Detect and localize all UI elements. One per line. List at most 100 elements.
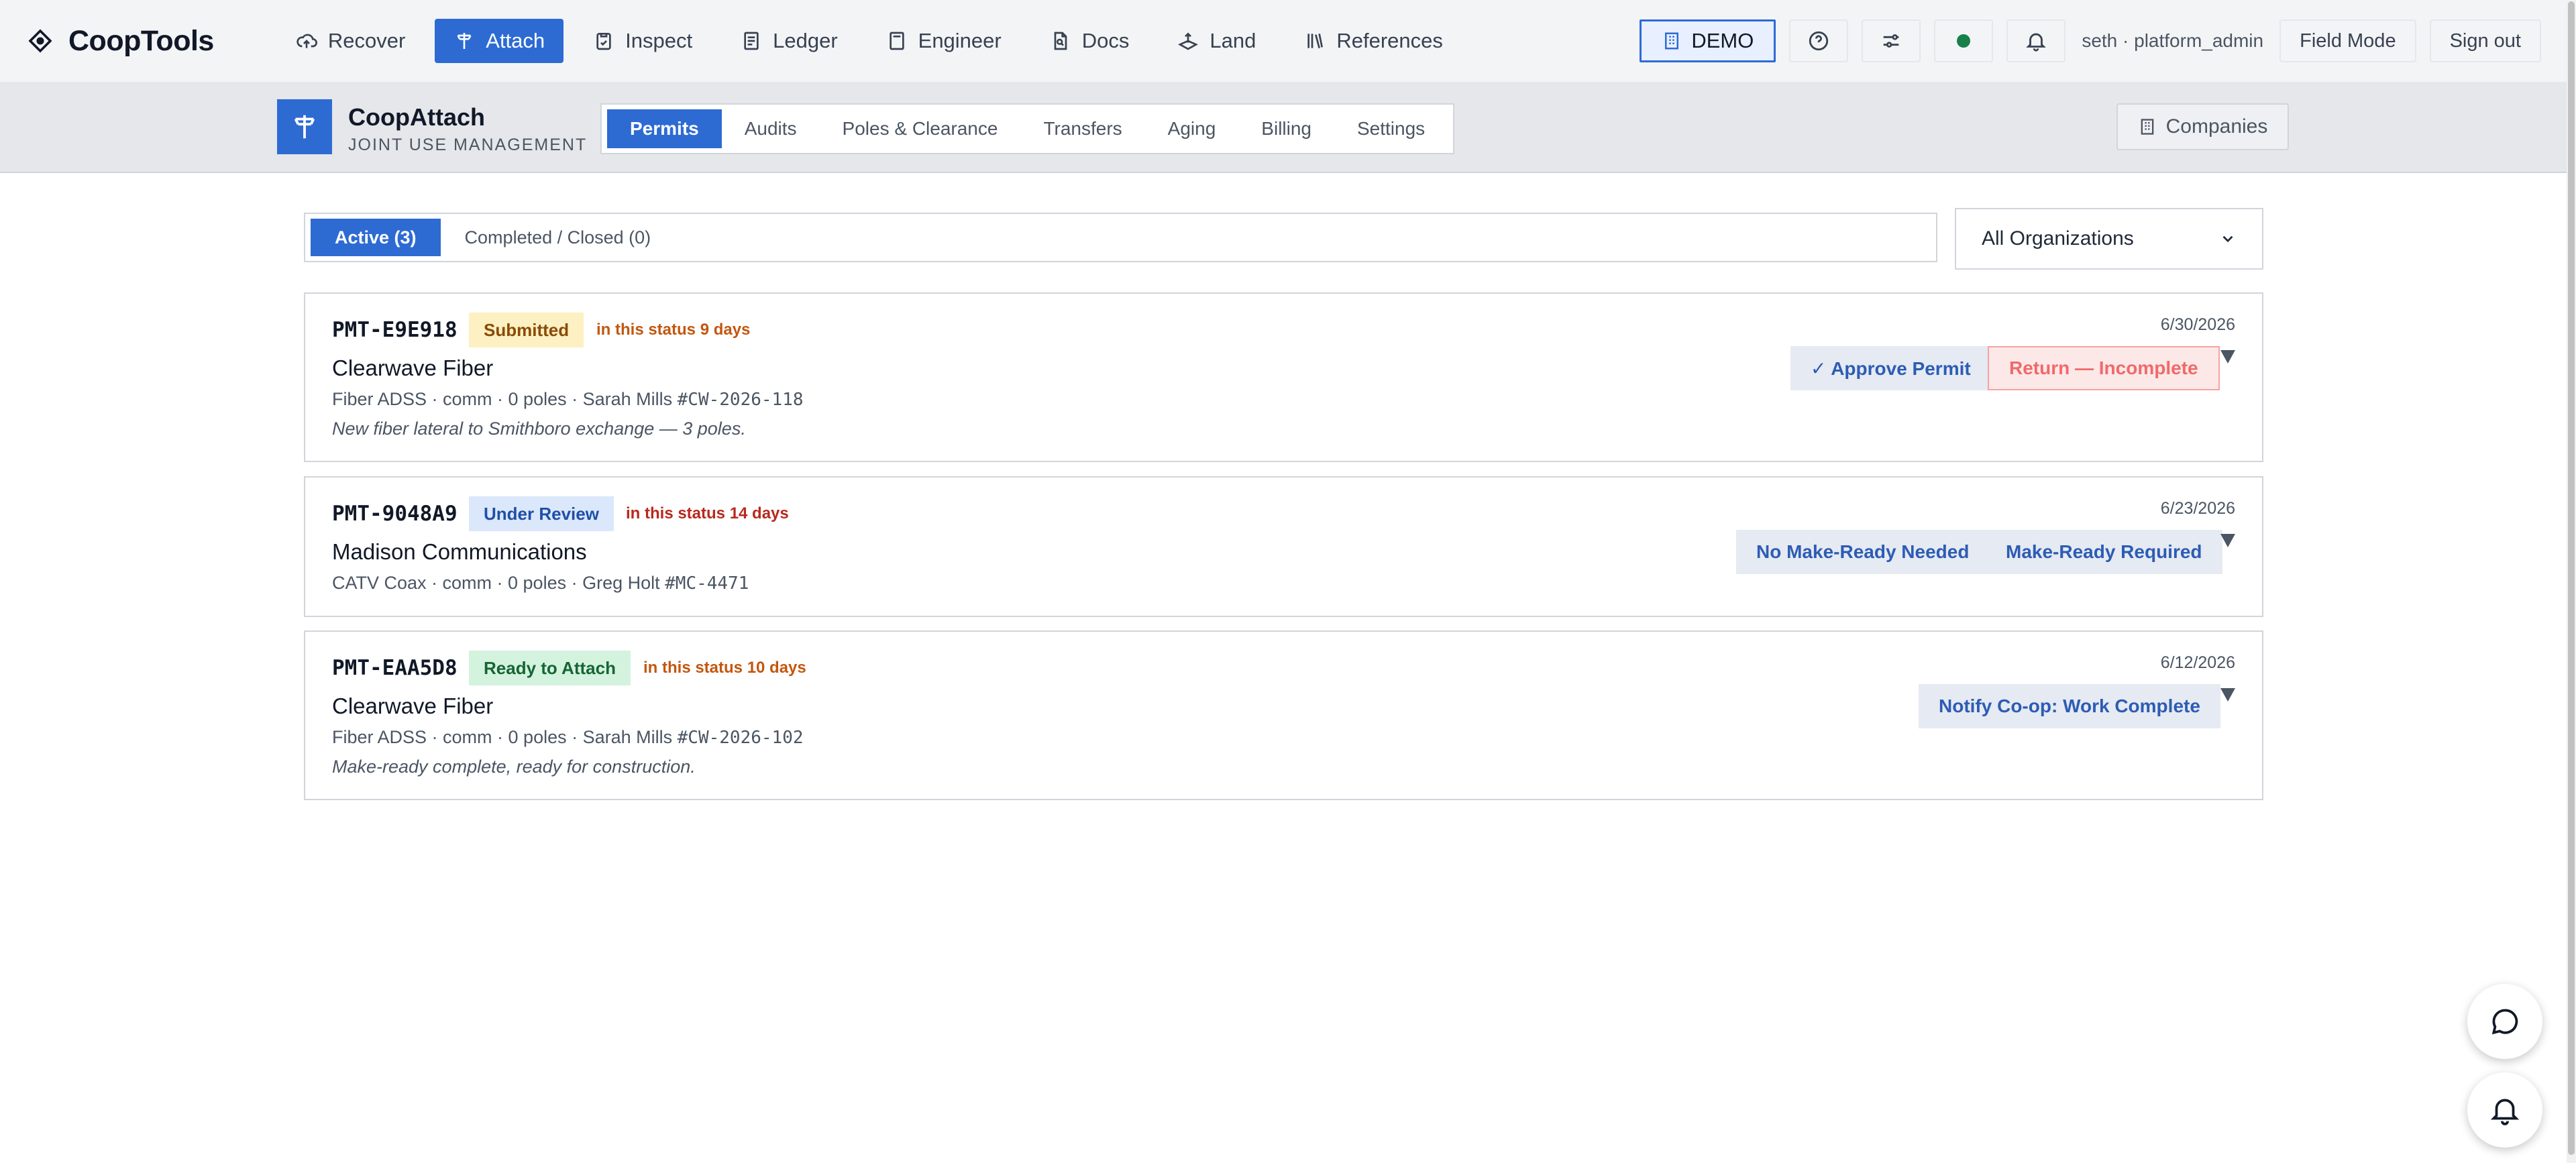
nav-attach[interactable]: Attach bbox=[435, 19, 564, 63]
return-incomplete-button[interactable]: Return — Incomplete bbox=[1988, 346, 2220, 390]
nav-attach-label: Attach bbox=[486, 29, 545, 52]
nav-references-label: References bbox=[1336, 29, 1443, 52]
tab-poles-clearance[interactable]: Poles & Clearance bbox=[820, 109, 1021, 148]
chat-button[interactable] bbox=[2467, 984, 2542, 1059]
no-make-ready-button[interactable]: No Make-Ready Needed bbox=[1736, 530, 1990, 574]
permit-card[interactable]: PMT-EAA5D8 Ready to Attach in this statu… bbox=[304, 630, 2263, 800]
nav-ledger[interactable]: Ledger bbox=[722, 19, 857, 63]
tab-transfers[interactable]: Transfers bbox=[1020, 109, 1144, 148]
nav-ledger-label: Ledger bbox=[773, 29, 838, 52]
brand-logo[interactable]: CoopTools bbox=[25, 25, 214, 58]
notifications-fab[interactable] bbox=[2467, 1072, 2542, 1148]
permit-ref: #CW-2026-102 bbox=[677, 728, 804, 748]
nav-land-label: Land bbox=[1210, 29, 1256, 52]
top-nav: CoopTools Recover Attach Inspect Ledger … bbox=[0, 0, 2567, 83]
nav-docs-label: Docs bbox=[1081, 29, 1130, 52]
demo-button[interactable]: DEMO bbox=[1640, 19, 1776, 62]
status-duration: in this status 14 days bbox=[626, 504, 789, 522]
permit-note: Make-ready complete, ready for construct… bbox=[332, 757, 696, 777]
nav-recover-label: Recover bbox=[327, 29, 406, 52]
brand-name: CoopTools bbox=[68, 24, 214, 57]
building-icon bbox=[1665, 32, 1679, 50]
tab-settings[interactable]: Settings bbox=[1334, 109, 1448, 148]
nav-land[interactable]: Land bbox=[1159, 19, 1275, 63]
nav-docs[interactable]: Docs bbox=[1031, 19, 1148, 63]
permit-meta-text: Fiber ADSS · comm · 0 poles · Sarah Mill… bbox=[332, 389, 673, 409]
permit-meta: Fiber ADSS · comm · 0 poles · Sarah Mill… bbox=[332, 727, 804, 748]
permit-card[interactable]: PMT-E9E918 Submitted in this status 9 da… bbox=[304, 292, 2263, 462]
notify-work-complete-button[interactable]: Notify Co-op: Work Complete bbox=[1919, 684, 2220, 728]
chat-bubble-icon bbox=[2491, 1009, 2518, 1035]
permit-id: PMT-9048A9 bbox=[332, 502, 458, 526]
status-dot-icon bbox=[1957, 34, 1971, 48]
status-badge: Submitted bbox=[469, 313, 584, 347]
permit-card[interactable]: PMT-9048A9 Under Review in this status 1… bbox=[304, 476, 2263, 617]
organization-select[interactable]: All Organizations bbox=[1955, 208, 2263, 270]
module-tabs: Permits Audits Poles & Clearance Transfe… bbox=[600, 103, 1455, 154]
module-subtitle: JOINT USE MANAGEMENT bbox=[348, 135, 588, 154]
tab-aging[interactable]: Aging bbox=[1145, 109, 1239, 148]
expand-chevron-icon[interactable] bbox=[2220, 350, 2235, 364]
permit-meta-text: Fiber ADSS · comm · 0 poles · Sarah Mill… bbox=[332, 727, 673, 747]
filter-active-tab[interactable]: Active (3) bbox=[311, 219, 441, 256]
module-title-block: CoopAttach JOINT USE MANAGEMENT bbox=[348, 103, 587, 155]
calculator-icon bbox=[889, 32, 904, 50]
expand-chevron-icon[interactable] bbox=[2220, 534, 2235, 547]
scrollbar[interactable] bbox=[2567, 0, 2576, 1163]
coopattach-logo-icon bbox=[277, 99, 332, 154]
sign-out-button[interactable]: Sign out bbox=[2429, 19, 2541, 62]
tab-billing[interactable]: Billing bbox=[1238, 109, 1334, 148]
document-search-icon bbox=[1054, 32, 1067, 50]
land-icon bbox=[1178, 32, 1199, 50]
make-ready-required-button[interactable]: Make-Ready Required bbox=[1986, 530, 2222, 574]
permit-date: 6/30/2026 bbox=[2160, 315, 2235, 334]
tab-audits[interactable]: Audits bbox=[722, 109, 820, 148]
module-title: CoopAttach bbox=[348, 103, 485, 131]
organization-select-value: All Organizations bbox=[1982, 227, 2134, 250]
library-icon bbox=[1307, 34, 1324, 49]
nav-inspect[interactable]: Inspect bbox=[574, 19, 711, 63]
settings-sliders-button[interactable] bbox=[1862, 19, 1921, 62]
status-badge: Ready to Attach bbox=[469, 651, 631, 685]
companies-label: Companies bbox=[2165, 115, 2268, 137]
module-header: CoopAttach JOINT USE MANAGEMENT Permits … bbox=[0, 83, 2567, 173]
bell-icon bbox=[2490, 1099, 2520, 1125]
status-filter-tabs: Active (3) Completed / Closed (0) bbox=[304, 213, 1937, 262]
permit-note: New fiber lateral to Smithboro exchange … bbox=[332, 419, 746, 439]
nav-engineer[interactable]: Engineer bbox=[867, 19, 1020, 63]
permit-meta: Fiber ADSS · comm · 0 poles · Sarah Mill… bbox=[332, 389, 804, 410]
ledger-icon bbox=[744, 32, 759, 50]
status-badge: Under Review bbox=[469, 496, 614, 531]
company-name: Madison Communications bbox=[332, 539, 587, 564]
user-label: seth · platform_admin bbox=[2082, 30, 2264, 51]
demo-label: DEMO bbox=[1691, 29, 1754, 52]
permit-meta-text: CATV Coax · comm · 0 poles · Greg Holt bbox=[332, 573, 660, 593]
companies-button[interactable]: Companies bbox=[2116, 103, 2289, 150]
permit-meta: CATV Coax · comm · 0 poles · Greg Holt #… bbox=[332, 573, 749, 594]
sliders-icon bbox=[1883, 34, 1899, 48]
permit-date: 6/23/2026 bbox=[2160, 499, 2235, 518]
nav-recover[interactable]: Recover bbox=[277, 19, 424, 63]
permit-id: PMT-E9E918 bbox=[332, 318, 458, 342]
notifications-button[interactable] bbox=[2006, 19, 2066, 62]
bell-icon bbox=[2026, 33, 2047, 52]
tab-permits[interactable]: Permits bbox=[607, 109, 722, 148]
expand-chevron-icon[interactable] bbox=[2220, 688, 2235, 702]
nav-references[interactable]: References bbox=[1285, 19, 1462, 63]
cloud-upload-icon bbox=[297, 34, 317, 48]
clipboard-check-icon bbox=[596, 33, 611, 50]
chevron-down-icon bbox=[2222, 235, 2233, 243]
nav-inspect-label: Inspect bbox=[625, 29, 693, 52]
status-indicator[interactable] bbox=[1934, 19, 1994, 62]
help-icon bbox=[1809, 31, 1829, 51]
company-name: Clearwave Fiber bbox=[332, 355, 494, 380]
utility-pole-icon bbox=[457, 33, 472, 49]
field-mode-button[interactable]: Field Mode bbox=[2279, 19, 2416, 62]
top-right-controls: DEMO seth · platform_admin Field Mode Si… bbox=[1640, 19, 2541, 62]
status-duration: in this status 10 days bbox=[643, 659, 806, 677]
approve-permit-button[interactable]: ✓ Approve Permit bbox=[1790, 346, 1991, 390]
scrollbar-thumb[interactable] bbox=[2568, 1, 2575, 1155]
help-button[interactable] bbox=[1789, 19, 1849, 62]
permit-ref: #CW-2026-118 bbox=[677, 390, 804, 410]
filter-closed-tab[interactable]: Completed / Closed (0) bbox=[441, 219, 676, 256]
